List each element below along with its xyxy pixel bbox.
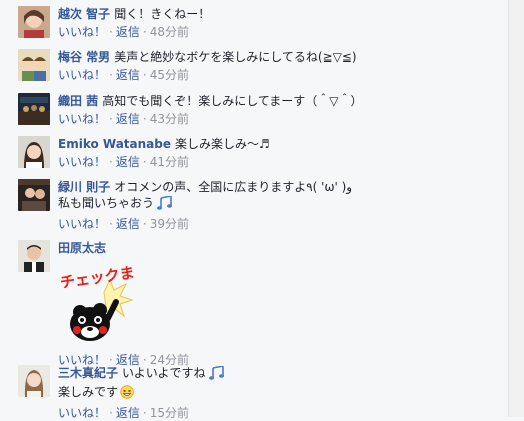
reply-link[interactable]: 返信 (116, 155, 140, 169)
comment-author[interactable]: 越次 智子 (58, 7, 110, 21)
comment-author[interactable]: 織田 茜 (58, 94, 98, 108)
like-link[interactable]: いいね！ (58, 112, 106, 126)
comment-text-line-2: 楽しみです (58, 385, 119, 399)
avatar[interactable] (18, 49, 50, 81)
reply-link[interactable]: 返信 (116, 68, 140, 82)
comment-text: 高知でも聞くぞ！楽しみにしてまーす（＾▽＾） (102, 94, 363, 108)
comment-timestamp[interactable]: 15分前 (150, 406, 189, 420)
comment-timestamp[interactable]: 41分前 (150, 155, 189, 169)
reply-link[interactable]: 返信 (116, 406, 140, 420)
like-link[interactable]: いいね！ (58, 155, 106, 169)
comment-author[interactable]: 緑川 則子 (58, 180, 110, 194)
like-link[interactable]: いいね！ (58, 217, 106, 231)
comment-author[interactable]: 梅谷 常男 (58, 50, 110, 64)
like-link[interactable]: いいね！ (58, 406, 106, 420)
avatar[interactable] (18, 93, 50, 125)
kumamon-sticker[interactable]: チェックま (58, 262, 138, 342)
comment-text: 聞く！きくねー！ (114, 7, 211, 21)
comment-text: 美声と絶妙なボケを楽しみにしてるね(≧▽≦) (114, 50, 357, 64)
comment-timestamp[interactable]: 48分前 (150, 25, 189, 39)
avatar[interactable] (18, 136, 50, 168)
like-link[interactable]: いいね！ (58, 25, 106, 39)
reply-link[interactable]: 返信 (116, 112, 140, 126)
comment-timestamp[interactable]: 45分前 (150, 68, 189, 82)
comment-timestamp[interactable]: 43分前 (150, 112, 189, 126)
avatar[interactable] (18, 179, 50, 211)
like-link[interactable]: いいね！ (58, 68, 106, 82)
comment-timestamp[interactable]: 39分前 (150, 217, 189, 231)
comment-author[interactable]: Emiko Watanabe (58, 137, 171, 151)
reply-link[interactable]: 返信 (116, 25, 140, 39)
grin-emoji-icon (120, 385, 134, 403)
scrollbar[interactable] (508, 0, 524, 417)
avatar[interactable] (18, 240, 50, 272)
music-note-icon (208, 365, 224, 384)
avatar[interactable] (18, 365, 50, 397)
comment-text: オコメンの声、全国に広まりますよ٩( 'ω' )و (114, 180, 353, 194)
comment-author[interactable]: 三木真紀子 (58, 366, 118, 380)
music-note-icon (156, 195, 173, 214)
comment-text: 楽しみ楽しみ〜♬ (175, 137, 270, 151)
comments-panel: 越次 智子 聞く！きくねー！ いいね！ · 返信 · 48分前 梅谷 常男 美声と絶妙なボケ… (0, 0, 509, 420)
comment-text: いよいよですね (122, 366, 206, 380)
comment-text-line-2: 私も聞いちゃおう (58, 196, 155, 210)
avatar[interactable] (18, 6, 50, 38)
reply-link[interactable]: 返信 (116, 217, 140, 231)
comment-author[interactable]: 田原太志 (58, 241, 106, 255)
